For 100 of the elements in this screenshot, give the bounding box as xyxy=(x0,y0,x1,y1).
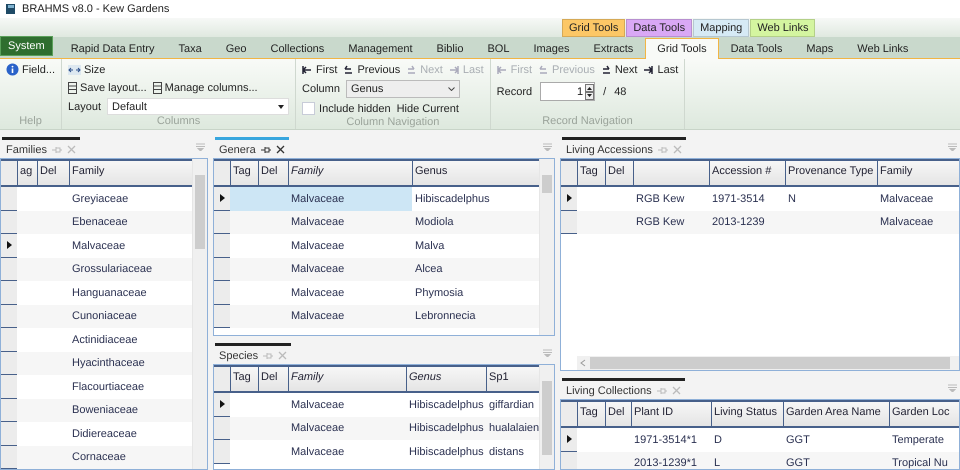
table-cell-text: Hanguanaceae xyxy=(71,286,148,301)
vertical-scrollbar[interactable] xyxy=(539,365,554,469)
column-header[interactable]: Del xyxy=(37,161,69,185)
ribbon-tab[interactable]: Images xyxy=(521,38,582,58)
ribbon-tab[interactable]: Management xyxy=(336,38,425,58)
navigation-button[interactable]: First xyxy=(302,62,338,77)
ribbon-tab[interactable]: Web Links xyxy=(845,38,920,58)
table-cell-text: Flacourtiaceae xyxy=(71,380,146,395)
table-cell-text: Malvaceae xyxy=(290,309,346,324)
context-tab-group[interactable]: Data Tools xyxy=(626,19,692,37)
navigation-button[interactable]: Last xyxy=(643,62,678,77)
ribbon-tab[interactable]: Biblio xyxy=(424,38,476,58)
ribbon-tab[interactable]: Extracts xyxy=(582,38,646,58)
horizontal-scrollbar[interactable] xyxy=(577,356,959,370)
table-cell-text: distans xyxy=(488,444,525,460)
column-header[interactable]: Genus xyxy=(406,367,486,391)
field-button[interactable]: Field... xyxy=(6,62,56,77)
column-header[interactable]: Living Status xyxy=(711,402,783,426)
vertical-scrollbar[interactable] xyxy=(539,159,554,335)
arrow-icon xyxy=(343,64,354,75)
column-header[interactable]: Garden Loc xyxy=(889,402,959,426)
context-tab-group[interactable]: Grid Tools xyxy=(562,19,626,37)
column-header[interactable]: Tag xyxy=(230,161,258,185)
table-cell-text: 2013-1239 xyxy=(711,215,766,230)
column-header[interactable]: Provenance Type xyxy=(785,161,877,185)
table-cell-text: Hibiscadelphus xyxy=(408,421,485,436)
manage-columns-button[interactable]: Manage columns... xyxy=(152,80,258,95)
ribbon-tab[interactable]: Collections xyxy=(258,38,336,58)
arrow-icon xyxy=(448,64,460,75)
column-header[interactable]: Family xyxy=(877,161,959,185)
table-cell-text: Hyacinthaceae xyxy=(71,356,146,372)
ribbon-tab[interactable]: BOL xyxy=(475,38,522,58)
window-title: BRAHMS v8.0 - Kew Gardens xyxy=(22,3,170,15)
column-header[interactable]: Tag xyxy=(577,402,605,426)
table-cell-text: N xyxy=(787,192,797,207)
ribbon-tab[interactable]: Maps xyxy=(794,38,846,58)
row-header[interactable] xyxy=(214,393,230,416)
table-cell-text: Cornaceae xyxy=(71,450,127,466)
pin-icon[interactable] xyxy=(260,146,271,154)
resize-icon xyxy=(68,64,82,74)
table-cell-text: Cunoniaceae xyxy=(71,309,138,324)
column-header[interactable]: Del xyxy=(605,161,633,185)
table-cell-text: giffardian xyxy=(488,398,536,413)
column-dropdown[interactable]: Genus xyxy=(346,80,460,98)
layout-dropdown[interactable]: Default xyxy=(107,98,290,115)
navigation-button[interactable]: Previous xyxy=(343,62,400,77)
column-header[interactable]: Family xyxy=(288,161,412,185)
hide-current-button[interactable]: Hide Current xyxy=(396,101,459,116)
columns-icon xyxy=(152,82,162,94)
table-cell-text: Malvaceae xyxy=(290,238,346,254)
book-icon xyxy=(5,3,16,15)
row-header[interactable] xyxy=(1,234,17,258)
ribbon-tab[interactable]: Rapid Data Entry xyxy=(58,38,166,58)
context-tab-group[interactable]: Mapping xyxy=(693,19,750,37)
arrow-icon xyxy=(302,64,314,75)
record-spinner[interactable]: 1 xyxy=(540,82,596,101)
include-hidden-checkbox[interactable]: Include hidden xyxy=(302,102,391,115)
info-icon xyxy=(6,63,19,76)
current-row-icon xyxy=(220,194,224,202)
save-layout-button[interactable]: Save layout... xyxy=(68,80,147,95)
table-cell-text: D xyxy=(713,432,723,448)
ribbon-tab[interactable]: Taxa xyxy=(166,38,214,58)
column-header[interactable]: Tag xyxy=(230,367,258,391)
table-cell-text: Alcea xyxy=(414,262,444,278)
table-cell xyxy=(230,187,258,210)
separator-text: / xyxy=(603,86,606,98)
row-header[interactable] xyxy=(214,187,230,210)
table-cell-text: Temperate xyxy=(891,432,945,448)
table-cell: Malvaceae xyxy=(288,187,412,210)
column-header[interactable]: Del xyxy=(258,367,288,391)
ribbon-tab[interactable]: Geo xyxy=(214,38,258,58)
group-label: Help xyxy=(18,115,43,129)
size-button[interactable]: Size xyxy=(68,62,290,77)
column-header[interactable]: Tag xyxy=(577,161,605,185)
ribbon-tab[interactable]: Data Tools xyxy=(718,38,794,58)
close-icon[interactable] xyxy=(276,145,285,154)
current-row-icon xyxy=(220,400,224,408)
system-tab[interactable]: System xyxy=(0,36,53,56)
header-corner xyxy=(214,161,230,185)
column-header[interactable]: Family xyxy=(288,367,406,391)
context-tab-group[interactable]: Web Links xyxy=(750,19,816,37)
table-cell-text: Phymosia xyxy=(414,286,464,301)
header-corner xyxy=(214,367,230,391)
ribbon-tab[interactable]: Grid Tools xyxy=(645,38,719,59)
table-cell-text: Didiereaceae xyxy=(71,426,138,442)
column-header[interactable]: Del xyxy=(258,161,288,185)
vertical-scrollbar[interactable] xyxy=(192,159,207,469)
header-corner xyxy=(561,402,577,426)
column-header[interactable]: ag xyxy=(17,161,37,185)
navigation-button[interactable]: Next xyxy=(600,62,638,77)
table-cell-text: Greyiaceae xyxy=(71,192,130,207)
column-header[interactable]: Del xyxy=(605,402,631,426)
column-header[interactable]: Accession # xyxy=(709,161,785,185)
column-header[interactable]: Garden Area Name xyxy=(783,402,889,426)
column-header[interactable]: Plant ID xyxy=(631,402,711,426)
row-header[interactable] xyxy=(561,187,577,210)
table-cell-text: Hibiscadelphus xyxy=(414,192,491,207)
record-label: Record xyxy=(496,86,532,98)
row-header[interactable] xyxy=(561,428,577,452)
arrow-icon xyxy=(538,64,550,75)
